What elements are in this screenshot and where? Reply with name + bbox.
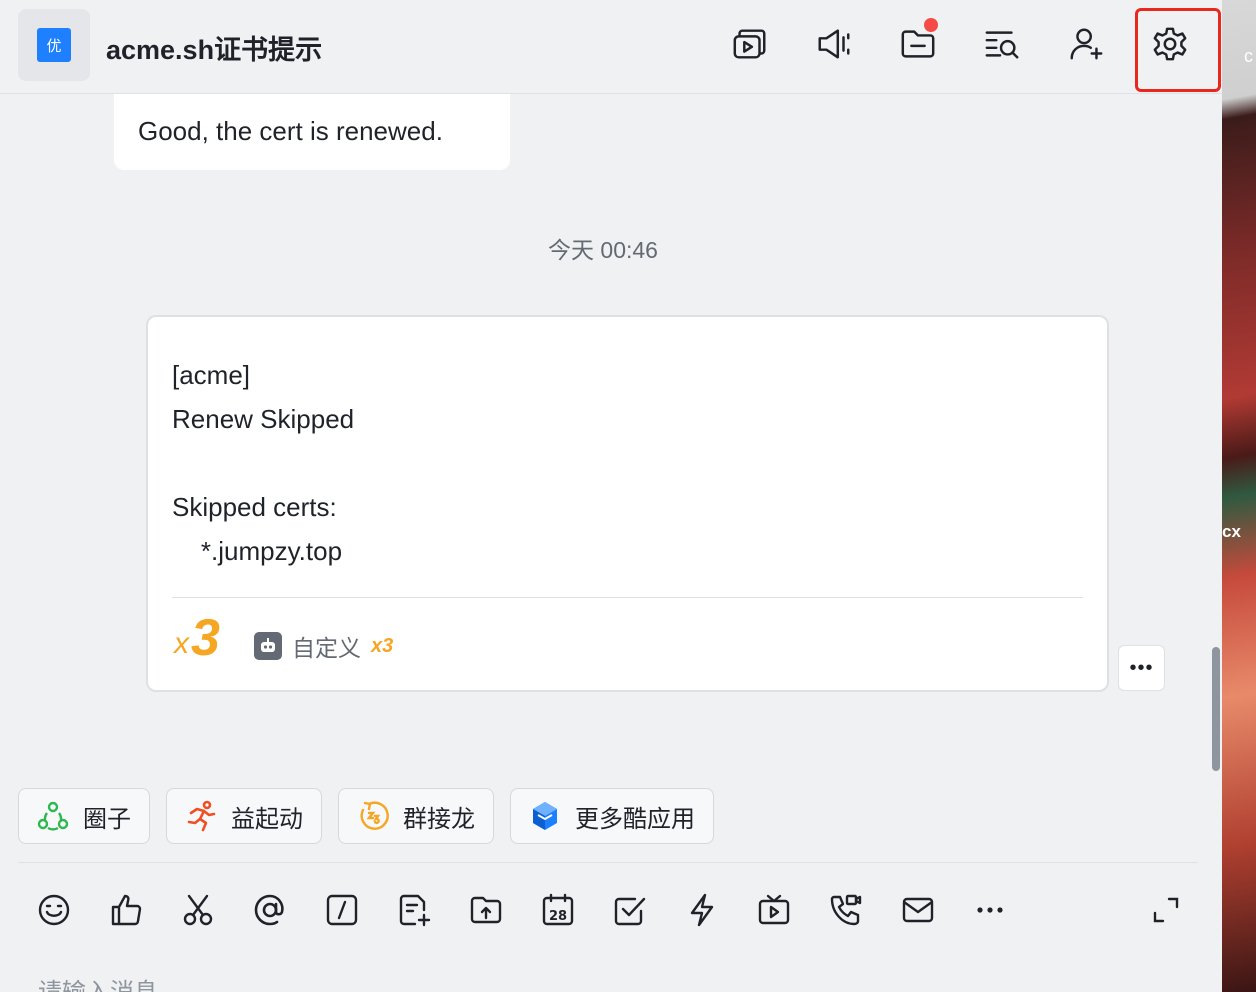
app-chip-label: 圈子 — [83, 805, 131, 833]
message-more-button[interactable]: ••• — [1118, 645, 1165, 691]
scrollbar[interactable] — [1212, 647, 1220, 771]
relay-icon — [360, 801, 389, 830]
app-chip-circle[interactable]: 圈子 — [18, 788, 150, 844]
search-history-icon[interactable] — [980, 22, 1024, 66]
app-shortcuts: 圈子 益起动 群接龙 更多酷应用 — [18, 788, 714, 844]
custom-reaction-label: 自定义 — [292, 635, 361, 661]
message-timestamp: 今天 00:46 — [548, 237, 658, 263]
card-line: Skipped certs: — [172, 492, 337, 522]
folder-icon[interactable] — [896, 18, 940, 66]
settings-highlight-box — [1135, 8, 1221, 92]
app-chip-more-apps[interactable]: 更多酷应用 — [510, 788, 714, 844]
at-icon[interactable] — [250, 890, 290, 930]
announcement-icon[interactable] — [812, 22, 856, 66]
chat-header: 优 acme.sh证书提示 — [0, 0, 1222, 94]
calendar-icon[interactable]: 28 — [538, 890, 578, 930]
message-bubble[interactable]: Good, the cert is renewed. — [114, 94, 510, 170]
custom-reaction[interactable]: 自定义 x3 — [254, 629, 393, 663]
robot-icon — [254, 632, 282, 660]
group-avatar[interactable]: 优 — [18, 9, 90, 81]
notification-dot — [924, 18, 938, 32]
folder-upload-icon[interactable] — [466, 890, 506, 930]
bot-message-card[interactable]: [acme] Renew Skipped Skipped certs: *.jum… — [146, 315, 1109, 692]
expand-icon[interactable] — [1146, 890, 1186, 930]
reaction-count: 3 — [191, 609, 220, 667]
lightning-icon[interactable] — [682, 890, 722, 930]
add-member-icon[interactable] — [1064, 22, 1108, 66]
runner-icon — [187, 800, 216, 832]
app-chip-label: 更多酷应用 — [575, 805, 695, 833]
composer-toolbar: 28 — [34, 890, 1194, 930]
slash-command-icon[interactable] — [322, 890, 362, 930]
card-line: Renew Skipped — [172, 404, 355, 434]
app-chip-yiqidong[interactable]: 益起动 — [166, 788, 322, 844]
tv-icon[interactable] — [754, 890, 794, 930]
app-chip-label: 益起动 — [231, 805, 303, 833]
circle-icon — [37, 801, 69, 831]
chat-window: 优 acme.sh证书提示 Good, the cert is renewed.… — [0, 0, 1222, 992]
card-body: [acme] Renew Skipped Skipped certs: *.jum… — [172, 353, 354, 573]
emoji-icon[interactable] — [34, 890, 74, 930]
checkbox-icon[interactable] — [610, 890, 650, 930]
card-line-blank — [172, 441, 354, 485]
card-divider — [172, 597, 1083, 598]
phone-video-icon[interactable] — [826, 890, 866, 930]
reaction-counter: x 3 — [174, 609, 220, 667]
card-line: *.jumpzy.top — [172, 536, 343, 566]
video-icon[interactable] — [728, 22, 772, 66]
message-text: Good, the cert is renewed. — [138, 116, 443, 146]
wallpaper-text-top: c — [1244, 46, 1253, 66]
calendar-day: 28 — [549, 909, 567, 924]
mail-icon[interactable] — [898, 890, 938, 930]
thumbs-up-icon[interactable] — [106, 890, 146, 930]
doc-add-icon[interactable] — [394, 890, 434, 930]
cube-icon — [533, 802, 557, 830]
desktop-wallpaper: c cx — [1222, 0, 1256, 992]
app-chip-label: 群接龙 — [403, 805, 475, 833]
wallpaper-text-mid: cx — [1222, 522, 1241, 541]
more-icon[interactable] — [970, 890, 1010, 930]
composer-divider — [18, 862, 1198, 863]
reaction-x: x — [174, 627, 189, 660]
scissors-icon[interactable] — [178, 890, 218, 930]
message-input[interactable]: 请输入消息 — [38, 972, 158, 992]
group-avatar-badge: 优 — [37, 28, 71, 62]
custom-reaction-count: x3 — [371, 634, 394, 657]
card-line: [acme] — [172, 360, 251, 390]
chat-title[interactable]: acme.sh证书提示 — [106, 28, 322, 67]
app-chip-relay[interactable]: 群接龙 — [338, 788, 494, 844]
